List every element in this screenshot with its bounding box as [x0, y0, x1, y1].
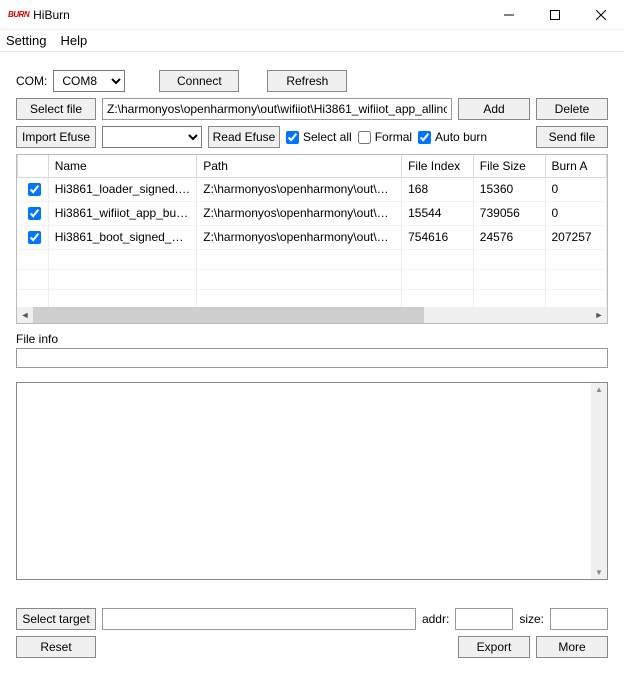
cell-name: Hi3861_boot_signed_B.bin [48, 225, 197, 249]
target-row: Select target addr: size: [16, 608, 608, 630]
export-button[interactable]: Export [458, 636, 530, 658]
cell-path: Z:\harmonyos\openharmony\out\wifii... [197, 177, 402, 201]
efuse-select[interactable] [102, 126, 202, 148]
window-title: HiBurn [33, 8, 70, 22]
cell-path: Z:\harmonyos\openharmony\out\wifii... [197, 225, 402, 249]
cell-burn-addr: 0 [545, 201, 607, 225]
table-row[interactable]: Hi3861_wifiiot_app_burn...Z:\harmonyos\o… [18, 201, 607, 225]
table-horizontal-scrollbar[interactable]: ◄ ► [17, 307, 607, 323]
menu-help[interactable]: Help [60, 33, 87, 48]
cell-file-size: 15360 [473, 177, 545, 201]
row-checkbox[interactable] [28, 207, 41, 220]
row-checkbox[interactable] [28, 231, 41, 244]
table-header-row: Name Path File Index File Size Burn A [18, 155, 607, 177]
target-path-input[interactable] [102, 608, 416, 630]
log-textarea[interactable]: ▲ ▼ [16, 382, 608, 580]
close-button[interactable] [578, 0, 624, 30]
cell-burn-addr: 207257 [545, 225, 607, 249]
bottom-button-row: Reset Export More [16, 636, 608, 658]
maximize-button[interactable] [532, 0, 578, 30]
select-file-button[interactable]: Select file [16, 98, 96, 120]
cell-name: Hi3861_wifiiot_app_burn... [48, 201, 197, 225]
delete-button[interactable]: Delete [536, 98, 608, 120]
select-target-button[interactable]: Select target [16, 608, 96, 630]
com-row: COM: COM8 Connect Refresh [16, 70, 608, 92]
import-efuse-button[interactable]: Import Efuse [16, 126, 96, 148]
table-row-empty [18, 269, 607, 289]
cell-file-size: 739056 [473, 201, 545, 225]
cell-file-size: 24576 [473, 225, 545, 249]
file-info-label: File info [16, 332, 608, 346]
cell-burn-addr: 0 [545, 177, 607, 201]
col-header-file-size[interactable]: File Size [473, 155, 545, 177]
connect-button[interactable]: Connect [159, 70, 239, 92]
table-row[interactable]: Hi3861_boot_signed_B.binZ:\harmonyos\ope… [18, 225, 607, 249]
file-table: Name Path File Index File Size Burn A Hi… [16, 154, 608, 324]
scroll-up-icon[interactable]: ▲ [595, 385, 603, 394]
select-all-checkbox[interactable]: Select all [286, 130, 352, 144]
addr-input[interactable] [455, 608, 513, 630]
table-row-empty [18, 289, 607, 309]
cell-file-index: 15544 [402, 201, 474, 225]
cell-file-index: 754616 [402, 225, 474, 249]
refresh-button[interactable]: Refresh [267, 70, 347, 92]
cell-name: Hi3861_loader_signed.bin [48, 177, 197, 201]
file-path-input[interactable] [102, 98, 452, 120]
more-button[interactable]: More [536, 636, 608, 658]
efuse-row: Import Efuse Read Efuse Select all Forma… [16, 126, 608, 148]
file-row: Select file Add Delete [16, 98, 608, 120]
col-header-file-index[interactable]: File Index [402, 155, 474, 177]
add-button[interactable]: Add [458, 98, 530, 120]
size-input[interactable] [550, 608, 608, 630]
formal-checkbox[interactable]: Formal [358, 130, 412, 144]
table-row[interactable]: Hi3861_loader_signed.binZ:\harmonyos\ope… [18, 177, 607, 201]
scroll-left-icon[interactable]: ◄ [17, 307, 33, 323]
col-header-path[interactable]: Path [197, 155, 402, 177]
size-label: size: [519, 612, 544, 626]
scroll-down-icon[interactable]: ▼ [595, 568, 603, 577]
menu-setting[interactable]: Setting [6, 33, 46, 48]
col-header-burn-addr[interactable]: Burn A [545, 155, 607, 177]
send-file-button[interactable]: Send file [536, 126, 608, 148]
table-row-empty [18, 249, 607, 269]
file-info-box [16, 348, 608, 368]
auto-burn-checkbox[interactable]: Auto burn [418, 130, 487, 144]
addr-label: addr: [422, 612, 449, 626]
cell-path: Z:\harmonyos\openharmony\out\wifii... [197, 201, 402, 225]
log-vertical-scrollbar[interactable]: ▲ ▼ [591, 383, 607, 579]
cell-file-index: 168 [402, 177, 474, 201]
minimize-button[interactable] [486, 0, 532, 30]
titlebar: BURN HiBurn [0, 0, 624, 30]
menubar: Setting Help [0, 30, 624, 52]
row-checkbox[interactable] [28, 183, 41, 196]
col-header-check[interactable] [18, 155, 49, 177]
app-logo: BURN [8, 10, 29, 19]
col-header-name[interactable]: Name [48, 155, 197, 177]
com-select[interactable]: COM8 [53, 70, 125, 92]
com-label: COM: [16, 74, 47, 88]
reset-button[interactable]: Reset [16, 636, 96, 658]
read-efuse-button[interactable]: Read Efuse [208, 126, 280, 148]
scroll-right-icon[interactable]: ► [591, 307, 607, 323]
